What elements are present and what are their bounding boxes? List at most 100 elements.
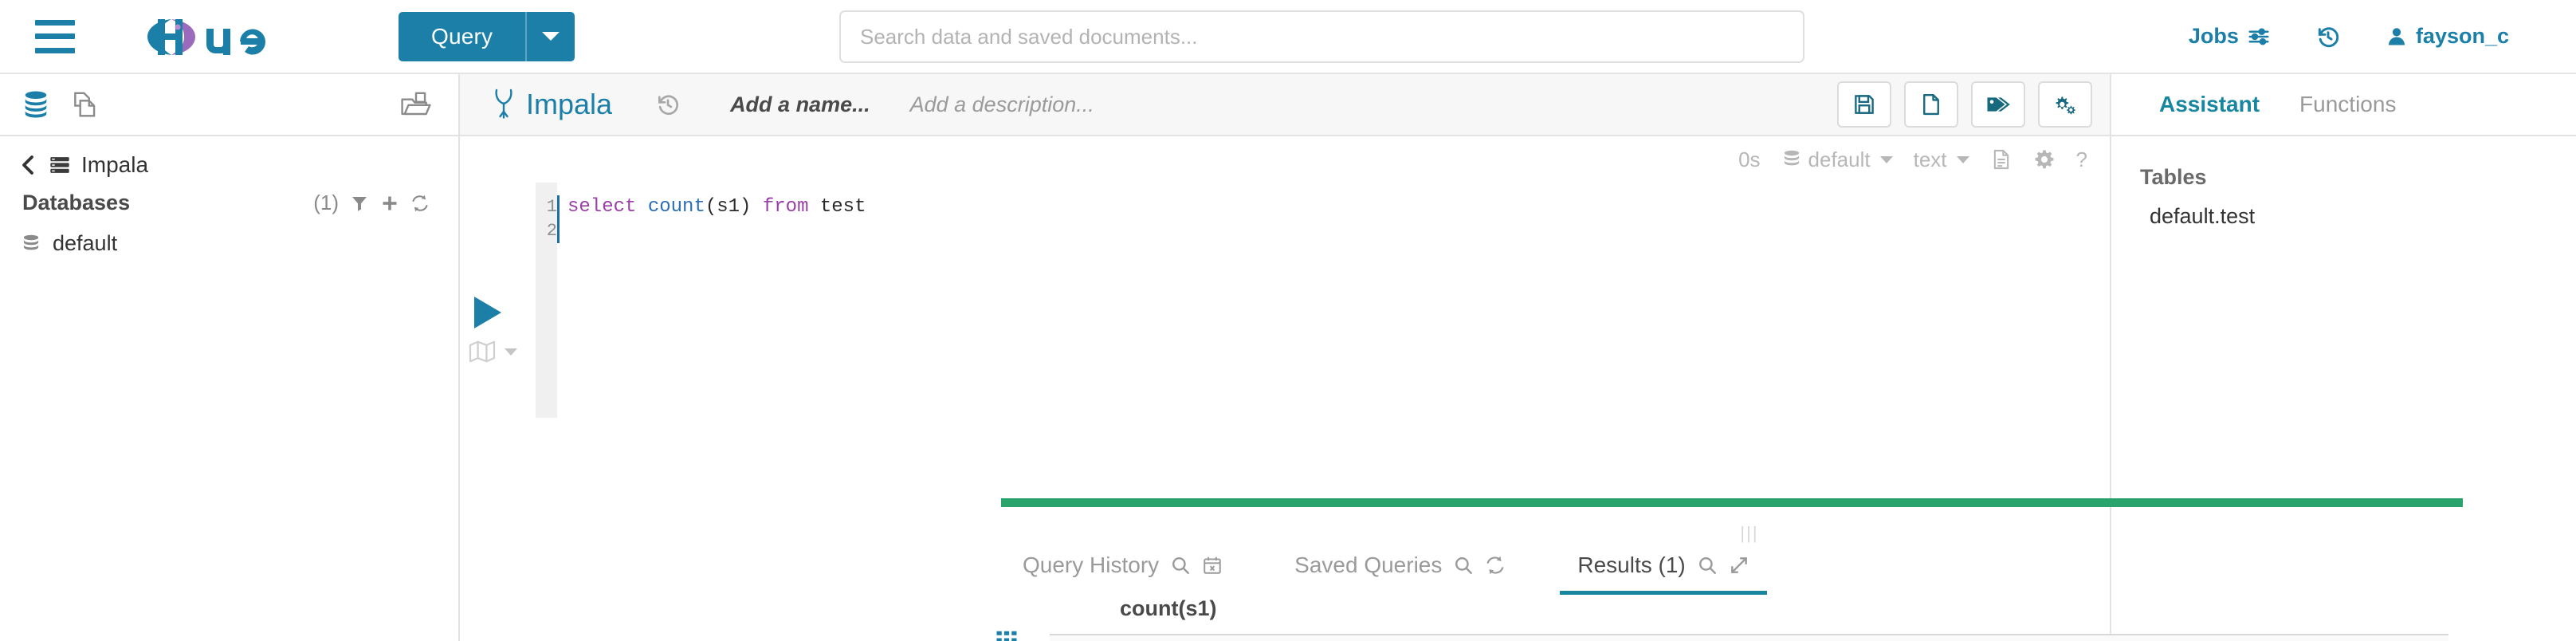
editor-name-field[interactable]: Add a name...	[730, 92, 870, 117]
history-icon	[2315, 24, 2341, 49]
query-button[interactable]: Query	[399, 12, 525, 61]
assistant-table-item[interactable]: default.test	[2111, 190, 2576, 229]
sidebar-breadcrumb[interactable]: Impala	[0, 136, 458, 178]
editor-column: Impala Add a name... Add a description..…	[460, 74, 2463, 641]
sidebar-database-default[interactable]: default	[0, 222, 458, 256]
caret-down-icon	[503, 346, 519, 357]
query-dropdown-button[interactable]	[525, 11, 575, 61]
search-icon[interactable]	[1453, 555, 1474, 576]
sidebar-section-title: Databases	[22, 191, 131, 214]
sliders-icon	[2247, 25, 2271, 49]
help-button[interactable]: ?	[2076, 147, 2087, 172]
search-icon[interactable]	[1697, 555, 1718, 576]
hamburger-bar	[35, 19, 75, 26]
map-icon	[468, 340, 497, 364]
tab-functions[interactable]: Functions	[2299, 92, 2396, 117]
sql-table: test	[808, 196, 866, 218]
tab-results[interactable]: Results (1)	[1560, 541, 1768, 595]
database-selector[interactable]: default	[1781, 147, 1893, 172]
hamburger-bar	[35, 33, 75, 39]
editor-description-field[interactable]: Add a description...	[910, 92, 1094, 117]
results-tab-bar: Query History Saved Queries Results (1)	[460, 541, 2110, 595]
server-icon	[49, 154, 71, 176]
tab-label: Results (1)	[1577, 553, 1686, 577]
top-navbar: Query Jobs	[0, 0, 2576, 74]
hamburger-bar	[35, 47, 75, 53]
results-view-switcher	[986, 628, 1027, 641]
tab-label: Saved Queries	[1294, 553, 1443, 577]
refresh-icon[interactable]	[410, 194, 430, 213]
code-lines[interactable]: select count(s1) from test	[557, 183, 2110, 418]
hue-logo[interactable]	[136, 16, 304, 57]
results-table: count(s1) 1 13	[1050, 596, 2448, 641]
editor-gutter: 1 2	[536, 183, 557, 418]
code-editor[interactable]: 1 2 select count(s1) from test	[536, 183, 2110, 418]
refresh-icon[interactable]	[1485, 555, 1506, 576]
tab-query-history[interactable]: Query History	[1018, 541, 1227, 590]
save-button[interactable]	[1837, 81, 1891, 128]
plus-icon[interactable]	[380, 194, 399, 213]
editor-left-rail	[460, 183, 536, 418]
query-elapsed-time: 0s	[1738, 147, 1761, 171]
hamburger-menu-icon[interactable]	[35, 19, 75, 53]
gutter-line-number: 2	[546, 221, 557, 241]
table-row[interactable]: 1 13	[1050, 635, 2448, 641]
editor-header: Impala Add a name... Add a description..…	[460, 74, 2110, 136]
tags-button[interactable]	[1971, 81, 2025, 128]
explain-button[interactable]	[468, 340, 519, 364]
editor-settings-button[interactable]	[2033, 148, 2056, 171]
sidebar-documents-icon[interactable]	[70, 89, 100, 120]
user-name-label: fayson_c	[2415, 24, 2509, 48]
editor-main: 1 2 select count(s1) from test	[460, 183, 2110, 418]
tab-saved-queries[interactable]: Saved Queries	[1290, 541, 1510, 590]
settings-button[interactable]	[2038, 81, 2092, 128]
sidebar-open-folder-icon[interactable]	[399, 89, 433, 120]
sidebar-databases-section: Databases (1)	[0, 178, 458, 222]
query-button-group[interactable]: Query	[399, 11, 575, 61]
sidebar-icon-row	[0, 74, 458, 136]
sidebar-breadcrumb-label: Impala	[81, 152, 149, 177]
expand-icon[interactable]	[1729, 555, 1749, 576]
code-line-1: select count(s1) from test	[567, 195, 2110, 219]
editor-toolbar	[1837, 81, 2092, 128]
global-search[interactable]	[839, 10, 1804, 63]
query-progress-fill	[1001, 498, 2463, 507]
assistant-section-title: Tables	[2140, 165, 2207, 189]
result-format-selector[interactable]: text	[1914, 147, 1969, 172]
sidebar-databases-icon[interactable]	[21, 89, 51, 120]
chevron-down-icon	[1956, 155, 1969, 163]
run-query-button[interactable]	[474, 297, 501, 328]
editor-app-title[interactable]: Impala	[492, 88, 612, 121]
column-header: count(s1)	[1120, 596, 1217, 620]
calendar-x-icon[interactable]	[1202, 555, 1223, 576]
impala-logo-icon	[492, 88, 516, 121]
jobs-label: Jobs	[2188, 24, 2239, 48]
sql-keyword: from	[762, 196, 809, 218]
user-menu-button[interactable]: fayson_c	[2386, 24, 2509, 49]
search-icon[interactable]	[1170, 555, 1191, 576]
caret-down-icon	[542, 32, 560, 41]
main-body: Impala Databases (1) default Impala Add …	[0, 74, 2576, 641]
sql-function: count	[647, 196, 705, 218]
result-format-label: text	[1913, 147, 1947, 171]
left-sidebar: Impala Databases (1) default	[0, 74, 460, 641]
editor-app-name: Impala	[526, 88, 613, 120]
database-icon	[1781, 149, 1802, 170]
jobs-button[interactable]: Jobs	[2189, 24, 2271, 49]
job-history-button[interactable]	[2315, 24, 2341, 49]
sidebar-database-label: default	[53, 231, 118, 255]
editor-status-bar: 0s default text ?	[460, 136, 2110, 183]
grid-view-icon[interactable]	[995, 628, 1019, 641]
search-input[interactable]	[839, 10, 1804, 63]
filter-icon[interactable]	[350, 194, 369, 213]
query-progress-bar	[1001, 498, 2463, 507]
query-log-button[interactable]	[1990, 148, 2012, 171]
editor-history-icon[interactable]	[655, 92, 681, 117]
tab-assistant[interactable]: Assistant	[2159, 92, 2260, 117]
right-assistant-panel: Assistant Functions Tables default.test	[2111, 74, 2576, 641]
database-icon	[21, 234, 41, 254]
chevron-left-icon[interactable]	[18, 153, 38, 177]
sql-keyword: select	[567, 196, 637, 218]
results-panel: count(s1) 1 13	[460, 596, 2448, 641]
new-document-button[interactable]	[1904, 81, 1958, 128]
